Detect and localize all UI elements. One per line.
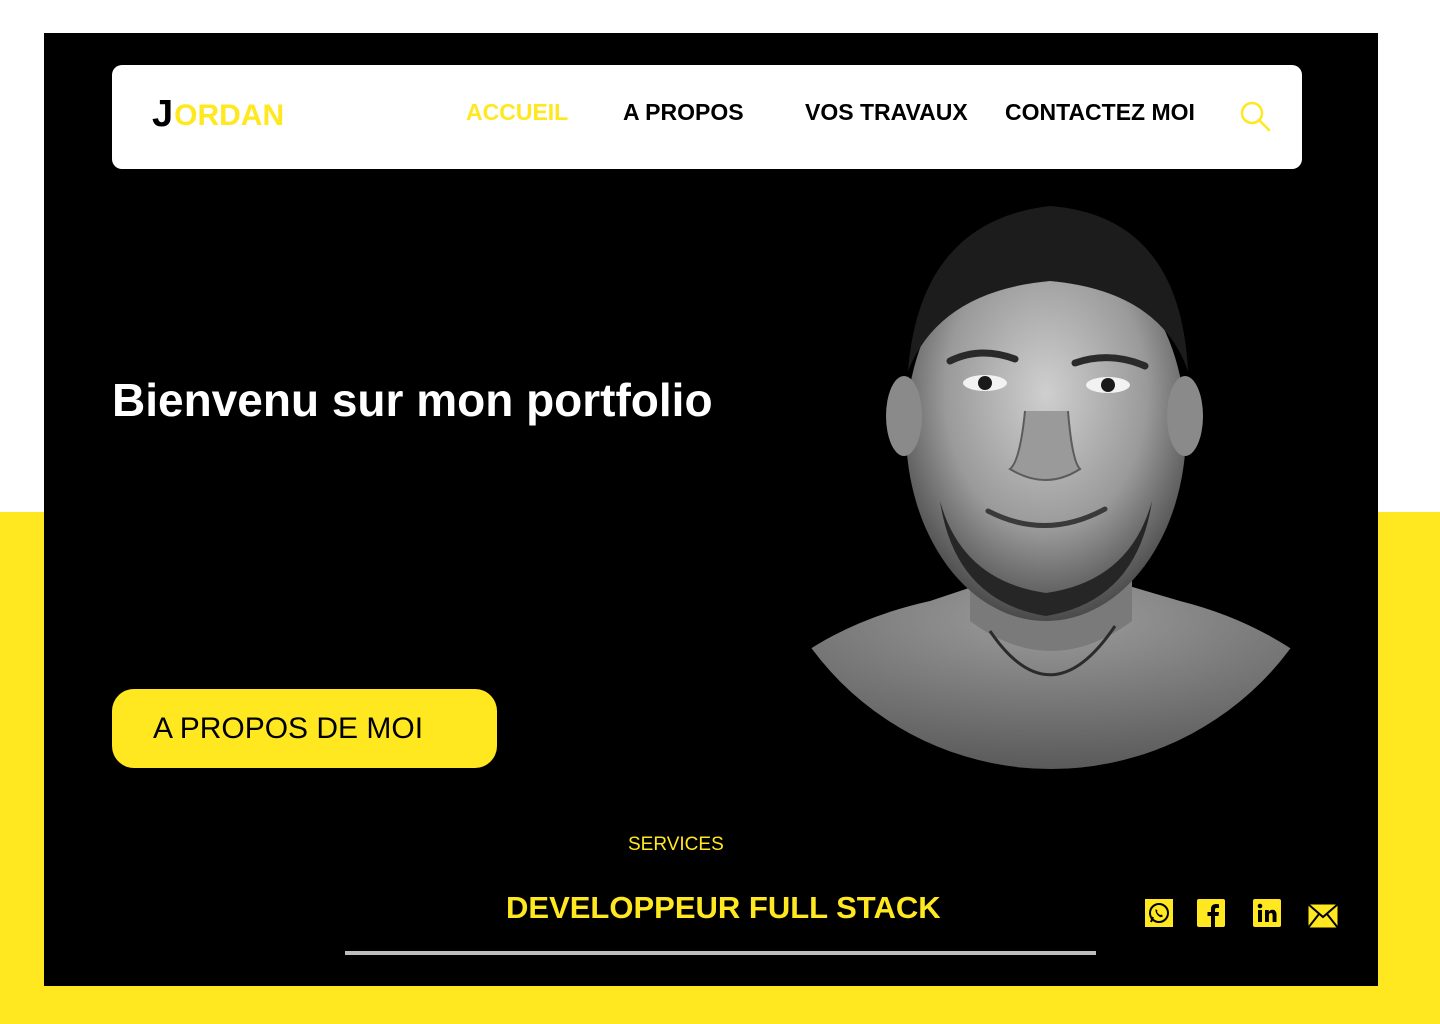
logo-text: ORDAN [174,99,285,132]
services-title: DEVELOPPEUR FULL STACK [506,890,941,925]
services-underline [345,951,1096,955]
logo[interactable]: J ORDAN [152,93,284,133]
logo-initial: J [152,93,173,135]
nav-link-contactez-moi[interactable]: CONTACTEZ MOI [1005,99,1195,126]
navbar: J ORDAN ACCUEIL A PROPOS VOS TRAVAUX CON… [112,65,1302,169]
mail-icon[interactable] [1307,903,1339,929]
nav-link-accueil[interactable]: ACCUEIL [466,99,568,126]
nav-link-vos-travaux[interactable]: VOS TRAVAUX [805,99,968,126]
services-label: SERVICES [628,834,724,855]
about-me-button[interactable]: A PROPOS DE MOI [112,689,497,768]
hero-title: Bienvenu sur mon portfolio [112,374,713,426]
search-icon[interactable] [1238,99,1274,135]
portrait-photo [780,206,1322,769]
linkedin-icon[interactable] [1253,899,1281,927]
hero-section: J ORDAN ACCUEIL A PROPOS VOS TRAVAUX CON… [44,33,1378,986]
whatsapp-icon[interactable] [1145,899,1173,927]
facebook-icon[interactable] [1197,899,1225,927]
nav-link-a-propos[interactable]: A PROPOS [623,99,744,126]
